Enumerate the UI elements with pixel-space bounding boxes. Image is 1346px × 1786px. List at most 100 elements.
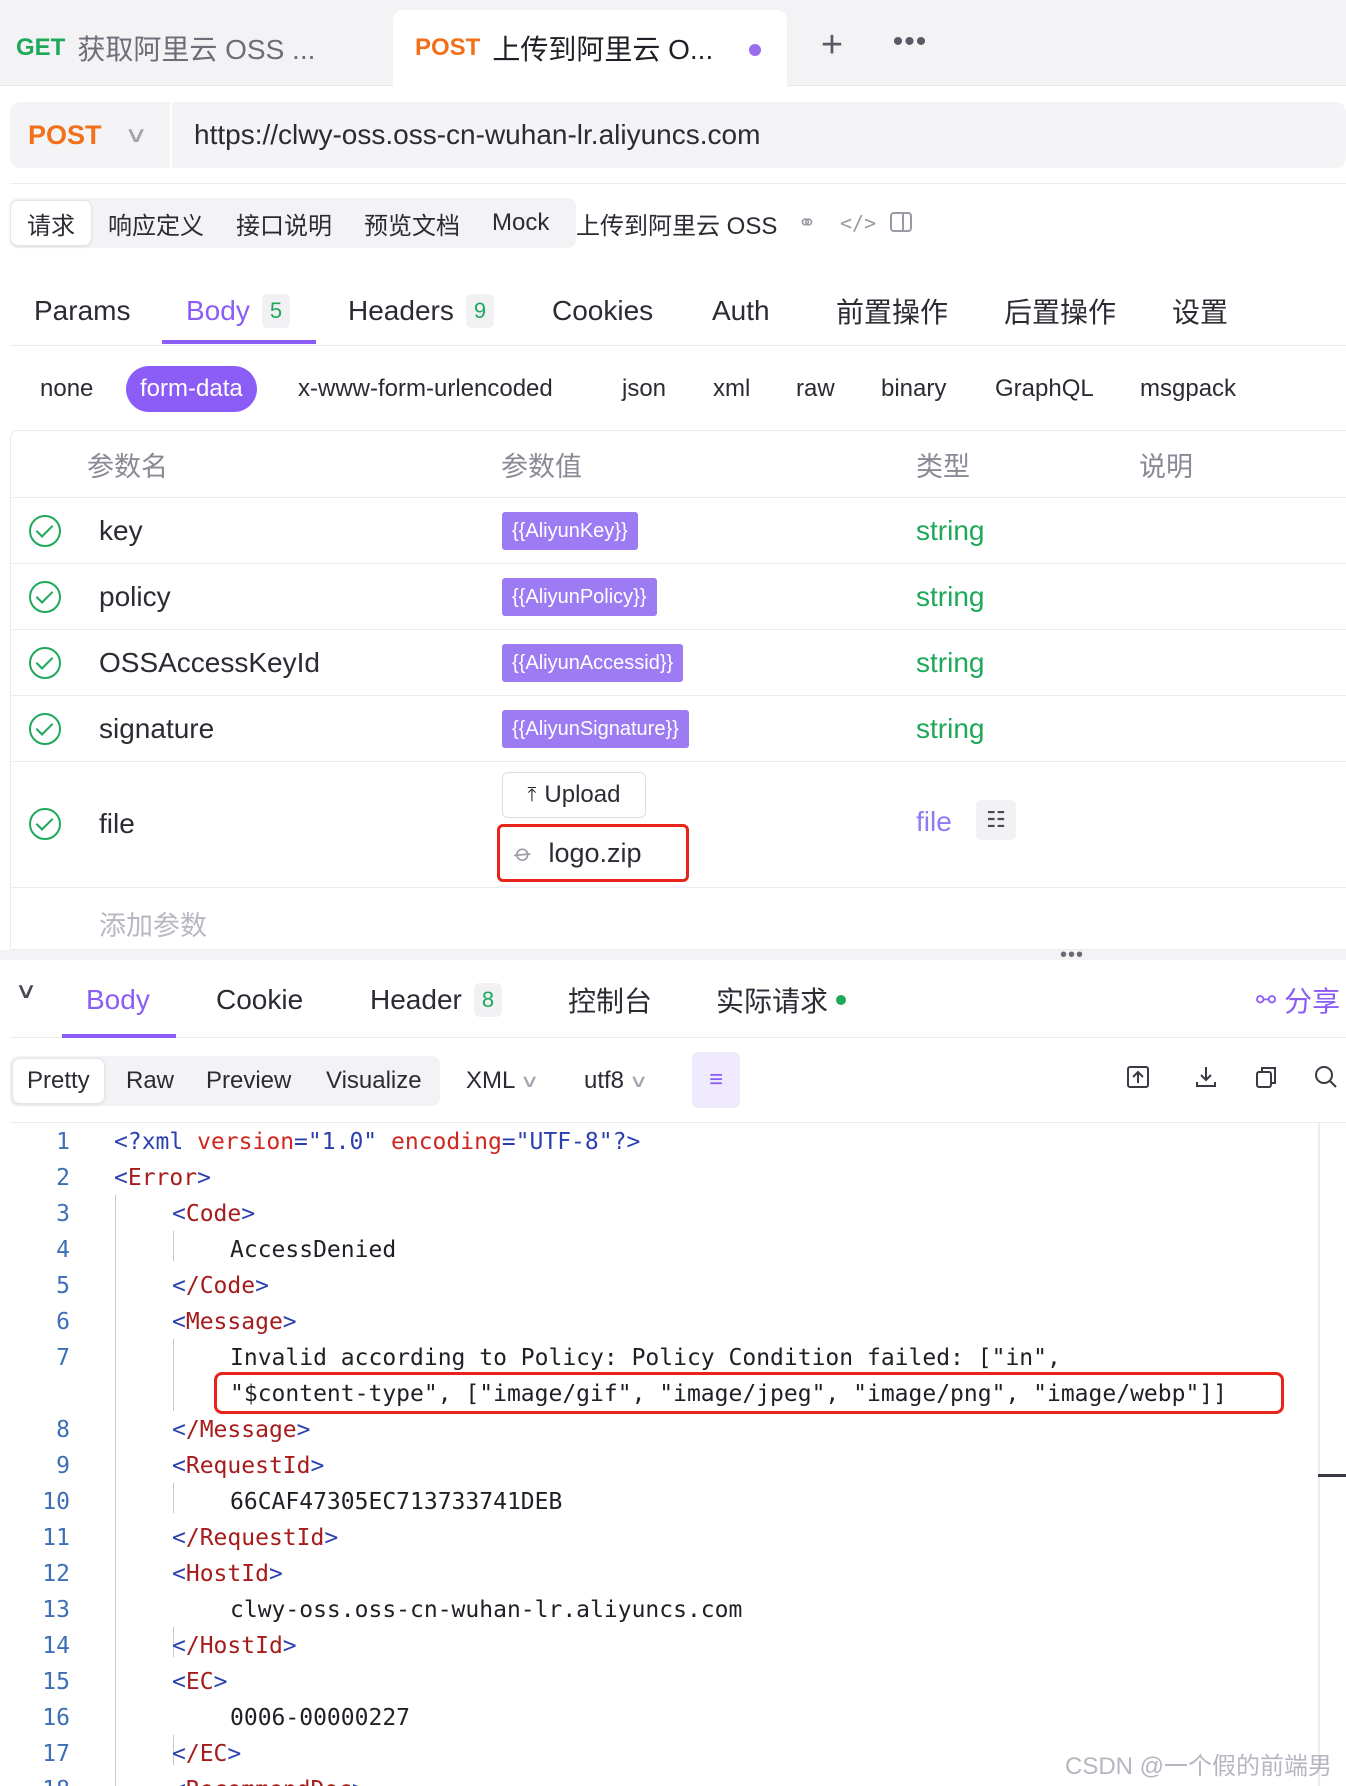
scrollbar-thumb[interactable] bbox=[1318, 1474, 1346, 1477]
response-tab-body[interactable]: Body bbox=[86, 962, 150, 1038]
table-row[interactable]: OSSAccessKeyId {{AliyunAccessid}} string bbox=[11, 629, 1346, 695]
response-code-viewer[interactable]: 1 2 3 4 5 6 7 8 9 10 11 12 13 14 15 16 1… bbox=[10, 1122, 1346, 1786]
param-name[interactable]: OSSAccessKeyId bbox=[99, 647, 320, 679]
tab-request[interactable]: 请求 bbox=[10, 200, 92, 246]
tab-post-processors[interactable]: 后置操作 bbox=[1004, 276, 1116, 346]
table-row[interactable]: policy {{AliyunPolicy}} string bbox=[11, 563, 1346, 629]
checkbox-checked-icon[interactable] bbox=[29, 581, 61, 613]
param-type[interactable]: file bbox=[916, 806, 952, 838]
response-tab-actual-request[interactable]: 实际请求 bbox=[716, 962, 847, 1038]
scrollbar-track[interactable] bbox=[1318, 1122, 1320, 1786]
line-number: 10 bbox=[42, 1489, 70, 1515]
tab-mock[interactable]: Mock bbox=[476, 200, 565, 246]
link-icon[interactable]: ⚭ bbox=[794, 210, 820, 236]
tab-params[interactable]: Params bbox=[34, 276, 130, 346]
body-type-xml[interactable]: xml bbox=[713, 366, 750, 412]
line-number: 13 bbox=[42, 1597, 70, 1623]
line-number: 17 bbox=[42, 1741, 70, 1767]
param-type[interactable]: string bbox=[916, 515, 984, 547]
column-header-type: 类型 bbox=[916, 451, 970, 482]
body-type-form-data[interactable]: form-data bbox=[126, 366, 257, 412]
more-horizontal-icon[interactable]: ••• bbox=[890, 22, 930, 68]
tab-api-description[interactable]: 接口说明 bbox=[220, 200, 348, 246]
request-tab-post-upload[interactable]: POST 上传到阿里云 O... bbox=[393, 10, 787, 86]
chevron-down-icon: ∨ bbox=[628, 1070, 649, 1091]
line-number: 6 bbox=[56, 1309, 70, 1335]
view-mode-raw[interactable]: Raw bbox=[112, 1058, 188, 1104]
param-value-variable[interactable]: {{AliyunKey}} bbox=[502, 512, 638, 550]
response-tab-header[interactable]: Header 8 bbox=[370, 962, 503, 1038]
line-number: 9 bbox=[56, 1453, 70, 1479]
param-type[interactable]: string bbox=[916, 647, 984, 679]
table-row-file[interactable]: file ⤒ Upload ⌀ logo.zip file ☷ bbox=[11, 761, 1346, 887]
view-mode-preview[interactable]: Preview bbox=[192, 1058, 305, 1104]
param-type[interactable]: string bbox=[916, 713, 984, 745]
tab-headers[interactable]: Headers 9 bbox=[348, 276, 495, 346]
line-number: 18 bbox=[10, 1777, 70, 1786]
method-select[interactable]: POST ∨ bbox=[28, 102, 148, 168]
encoding-select[interactable]: utf8 ∨ bbox=[584, 1058, 649, 1104]
param-name[interactable]: policy bbox=[99, 581, 171, 613]
panel-splitter[interactable] bbox=[0, 950, 1346, 960]
export-icon[interactable] bbox=[1122, 1064, 1154, 1096]
body-type-none[interactable]: none bbox=[40, 366, 93, 412]
tab-settings[interactable]: 设置 bbox=[1172, 276, 1228, 346]
line-number: 3 bbox=[56, 1201, 70, 1227]
body-type-urlencoded[interactable]: x-www-form-urlencoded bbox=[298, 366, 553, 412]
panel-toggle-icon[interactable] bbox=[888, 210, 914, 236]
param-value-variable[interactable]: {{AliyunPolicy}} bbox=[502, 578, 657, 616]
table-row-add[interactable]: 添加参数 bbox=[11, 887, 1346, 951]
upload-button[interactable]: ⤒ Upload bbox=[502, 772, 646, 818]
code-line: clwy-oss.oss-cn-wuhan-lr.aliyuncs.com bbox=[230, 1597, 743, 1623]
param-name[interactable]: signature bbox=[99, 713, 214, 745]
plus-icon[interactable]: + bbox=[812, 22, 852, 68]
body-type-msgpack[interactable]: msgpack bbox=[1140, 366, 1236, 412]
share-button[interactable]: ⚯ 分享 bbox=[1256, 962, 1340, 1038]
search-icon[interactable] bbox=[1310, 1064, 1342, 1096]
chevron-down-icon[interactable]: ∨ bbox=[15, 978, 38, 1004]
tab-auth[interactable]: Auth bbox=[712, 276, 770, 346]
url-input[interactable]: https://clwy-oss.oss-cn-wuhan-lr.aliyunc… bbox=[194, 102, 760, 168]
format-select[interactable]: XML ∨ bbox=[466, 1058, 540, 1104]
table-row[interactable]: key {{AliyunKey}} string bbox=[11, 497, 1346, 563]
body-type-raw[interactable]: raw bbox=[796, 366, 835, 412]
word-wrap-icon[interactable]: ≡ bbox=[692, 1052, 740, 1108]
tab-body[interactable]: Body 5 bbox=[186, 276, 291, 346]
add-param-placeholder[interactable]: 添加参数 bbox=[99, 904, 207, 943]
table-row[interactable]: signature {{AliyunSignature}} string bbox=[11, 695, 1346, 761]
doc-tabs: 请求 响应定义 接口说明 预览文档 Mock bbox=[10, 198, 565, 248]
request-tab-get-oss[interactable]: GET 获取阿里云 OSS ... bbox=[16, 10, 315, 86]
line-number: 5 bbox=[56, 1273, 70, 1299]
url-bar: POST ∨ https://clwy-oss.oss-cn-wuhan-lr.… bbox=[10, 102, 1346, 168]
param-value-variable[interactable]: {{AliyunAccessid}} bbox=[502, 644, 684, 682]
response-tab-console[interactable]: 控制台 bbox=[568, 962, 652, 1038]
param-name[interactable]: file bbox=[99, 808, 135, 840]
checkbox-checked-icon[interactable] bbox=[29, 647, 61, 679]
checkbox-checked-icon[interactable] bbox=[29, 808, 61, 840]
tab-preview-doc[interactable]: 预览文档 bbox=[348, 200, 476, 246]
body-type-binary[interactable]: binary bbox=[881, 366, 946, 412]
file-options-icon[interactable]: ☷ bbox=[976, 800, 1016, 840]
view-mode-visualize[interactable]: Visualize bbox=[312, 1058, 436, 1104]
param-value-variable[interactable]: {{AliyunSignature}} bbox=[502, 710, 689, 748]
param-type[interactable]: string bbox=[916, 581, 984, 613]
line-number: 12 bbox=[42, 1561, 70, 1587]
encoding-value: utf8 bbox=[584, 1067, 625, 1094]
copy-icon[interactable] bbox=[1250, 1064, 1282, 1096]
body-type-graphql[interactable]: GraphQL bbox=[995, 366, 1094, 412]
attached-file[interactable]: ⌀ logo.zip bbox=[497, 824, 689, 882]
tab-pre-processors[interactable]: 前置操作 bbox=[836, 276, 948, 346]
checkbox-checked-icon[interactable] bbox=[29, 515, 61, 547]
param-name[interactable]: key bbox=[99, 515, 143, 547]
active-tab-indicator bbox=[62, 1034, 176, 1038]
params-table: 参数名 参数值 类型 说明 key {{AliyunKey}} string p… bbox=[10, 430, 1346, 950]
body-type-json[interactable]: json bbox=[622, 366, 666, 412]
checkbox-checked-icon[interactable] bbox=[29, 713, 61, 745]
tab-response-definition[interactable]: 响应定义 bbox=[92, 200, 220, 246]
download-icon[interactable] bbox=[1190, 1064, 1222, 1096]
view-mode-pretty[interactable]: Pretty bbox=[12, 1058, 105, 1104]
response-tab-cookie[interactable]: Cookie bbox=[216, 962, 303, 1038]
code-icon[interactable]: </> bbox=[840, 210, 876, 236]
tab-cookies[interactable]: Cookies bbox=[552, 276, 653, 346]
api-title[interactable]: 上传到阿里云 OSS bbox=[576, 198, 777, 248]
